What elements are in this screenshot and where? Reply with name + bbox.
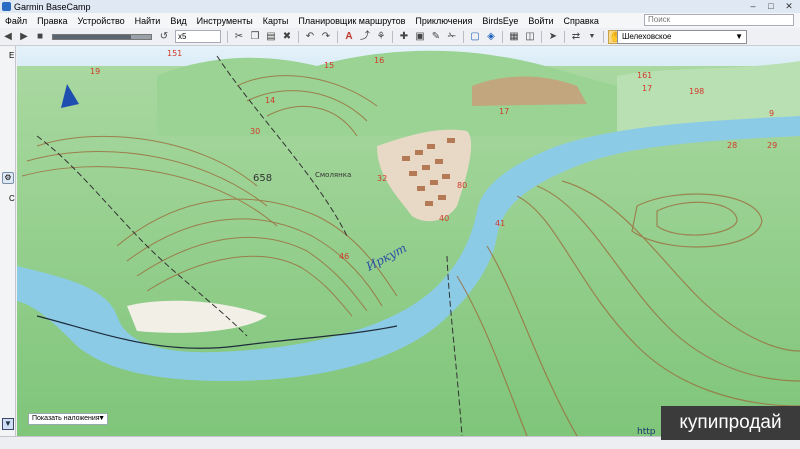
overlay-select[interactable]: Показать наложения ▼ (28, 413, 108, 425)
panel-tab-e[interactable]: E (9, 51, 14, 60)
menu-find[interactable]: Найти (130, 16, 166, 26)
menu-view[interactable]: Вид (165, 16, 191, 26)
copy-icon[interactable]: ❐ (248, 30, 262, 44)
map-product-select[interactable]: Шелеховское ▼ (617, 30, 747, 44)
send-icon[interactable]: ➤ (546, 30, 560, 44)
window-title: Garmin BaseCamp (14, 1, 91, 12)
measure-icon[interactable]: ✚ (397, 30, 411, 44)
zoom-select[interactable]: x5 (175, 30, 221, 43)
toolbar: ◀ ▶ ■ ↺ x5 ✂ ❐ ▤ ✖ ↶ ↷ A ⤴ ⚘ ✚ ▣ ✎ ✁ ▢ ◈… (0, 28, 800, 46)
map-label: 17 (642, 84, 652, 93)
menu-birdseye[interactable]: BirdsEye (477, 16, 523, 26)
map-label: 16 (374, 56, 384, 65)
menu-route-planner[interactable]: Планировщик маршрутов (293, 16, 410, 26)
map-label: 14 (265, 96, 275, 105)
close-button[interactable]: ✕ (780, 0, 798, 12)
menu-device[interactable]: Устройство (73, 16, 130, 26)
map-label: 198 (689, 87, 704, 96)
toolbar-separator (541, 30, 542, 43)
menu-sign-in[interactable]: Войти (523, 16, 558, 26)
watermark-badge: купипродай (661, 406, 800, 440)
map-label: 41 (495, 219, 505, 228)
toolbar-separator (337, 30, 338, 43)
map-label: 30 (250, 127, 260, 136)
toolbar-separator (392, 30, 393, 43)
map-label: 161 (637, 71, 652, 80)
paste-icon[interactable]: ▤ (264, 30, 278, 44)
split-view-icon[interactable]: ◫ (523, 30, 537, 44)
title-bar: Garmin BaseCamp – □ ✕ (0, 0, 800, 13)
stop-icon[interactable]: ■ (33, 30, 47, 44)
map-label: 40 (439, 214, 449, 223)
map-view[interactable]: 19 151 15 16 14 30 17 161 17 198 9 28 29… (17, 46, 800, 436)
panel-tab-c[interactable]: C (9, 194, 15, 203)
maximize-button[interactable]: □ (762, 0, 780, 12)
text-tool-icon[interactable]: A (342, 30, 356, 44)
elevation-label: 658 (253, 173, 272, 184)
back-icon[interactable]: ◀ (1, 30, 15, 44)
map-label: 80 (457, 181, 467, 190)
delete-icon[interactable]: ✖ (280, 30, 294, 44)
terrain-render: 19 151 15 16 14 30 17 161 17 198 9 28 29… (17, 46, 800, 436)
playback-slider-fill (53, 34, 132, 39)
map-label: 17 (499, 107, 509, 116)
map-product-value: Шелеховское (622, 32, 672, 41)
select-icon[interactable]: ▣ (413, 30, 427, 44)
map-label: 15 (324, 61, 334, 70)
overlay-select-value: Показать наложения (32, 415, 100, 422)
library-panel-collapsed: E ⚙ C ▼ (0, 46, 16, 436)
menu-edit[interactable]: Правка (32, 16, 72, 26)
expand-panel-icon[interactable]: ⚙ (2, 172, 14, 184)
app-icon (2, 2, 11, 11)
map-label: 46 (339, 252, 349, 261)
menu-maps[interactable]: Карты (258, 16, 294, 26)
place-name-label: Смолянка (315, 171, 351, 179)
chevron-down-icon: ▼ (98, 415, 105, 422)
playback-slider[interactable] (52, 33, 152, 40)
menu-help[interactable]: Справка (559, 16, 604, 26)
pencil-icon[interactable]: ✎ (429, 30, 443, 44)
url-label: http (637, 427, 656, 436)
route-direction-icon[interactable]: ⇄ (569, 30, 583, 44)
redo-icon[interactable]: ↷ (319, 30, 333, 44)
toolbar-separator (564, 30, 565, 43)
track-tool-icon[interactable]: ⚘ (374, 30, 388, 44)
map-label: 28 (727, 141, 737, 150)
map-label: 29 (767, 141, 777, 150)
toolbar-separator (298, 30, 299, 43)
refresh-icon[interactable]: ↺ (157, 30, 171, 44)
map-3d-icon[interactable]: ◈ (484, 30, 498, 44)
toolbar-separator (463, 30, 464, 43)
map-label: 19 (90, 67, 100, 76)
toolbar-separator (603, 30, 604, 43)
play-icon[interactable]: ▶ (17, 30, 31, 44)
menu-bar: Файл Правка Устройство Найти Вид Инструм… (0, 13, 800, 28)
search-input[interactable]: Поиск (644, 14, 794, 26)
menu-adventures[interactable]: Приключения (410, 16, 477, 26)
map-label: 151 (167, 49, 182, 58)
filter-icon[interactable]: ▼ (2, 418, 14, 430)
route-tool-icon[interactable]: ⤴ (358, 30, 372, 44)
cut-icon[interactable]: ✂ (232, 30, 246, 44)
chevron-down-icon: ▼ (735, 32, 743, 41)
scissors-icon[interactable]: ✁ (445, 30, 459, 44)
minimize-button[interactable]: – (744, 0, 762, 12)
grid-icon[interactable]: ▦ (507, 30, 521, 44)
map-2d-icon[interactable]: ▢ (468, 30, 482, 44)
map-label: 32 (377, 174, 387, 183)
map-label: 9 (769, 109, 774, 118)
menu-file[interactable]: Файл (0, 16, 32, 26)
toolbar-separator (227, 30, 228, 43)
toolbar-separator (502, 30, 503, 43)
dropdown-arrow-icon[interactable]: ▼ (585, 30, 599, 44)
undo-icon[interactable]: ↶ (303, 30, 317, 44)
menu-tools[interactable]: Инструменты (192, 16, 258, 26)
